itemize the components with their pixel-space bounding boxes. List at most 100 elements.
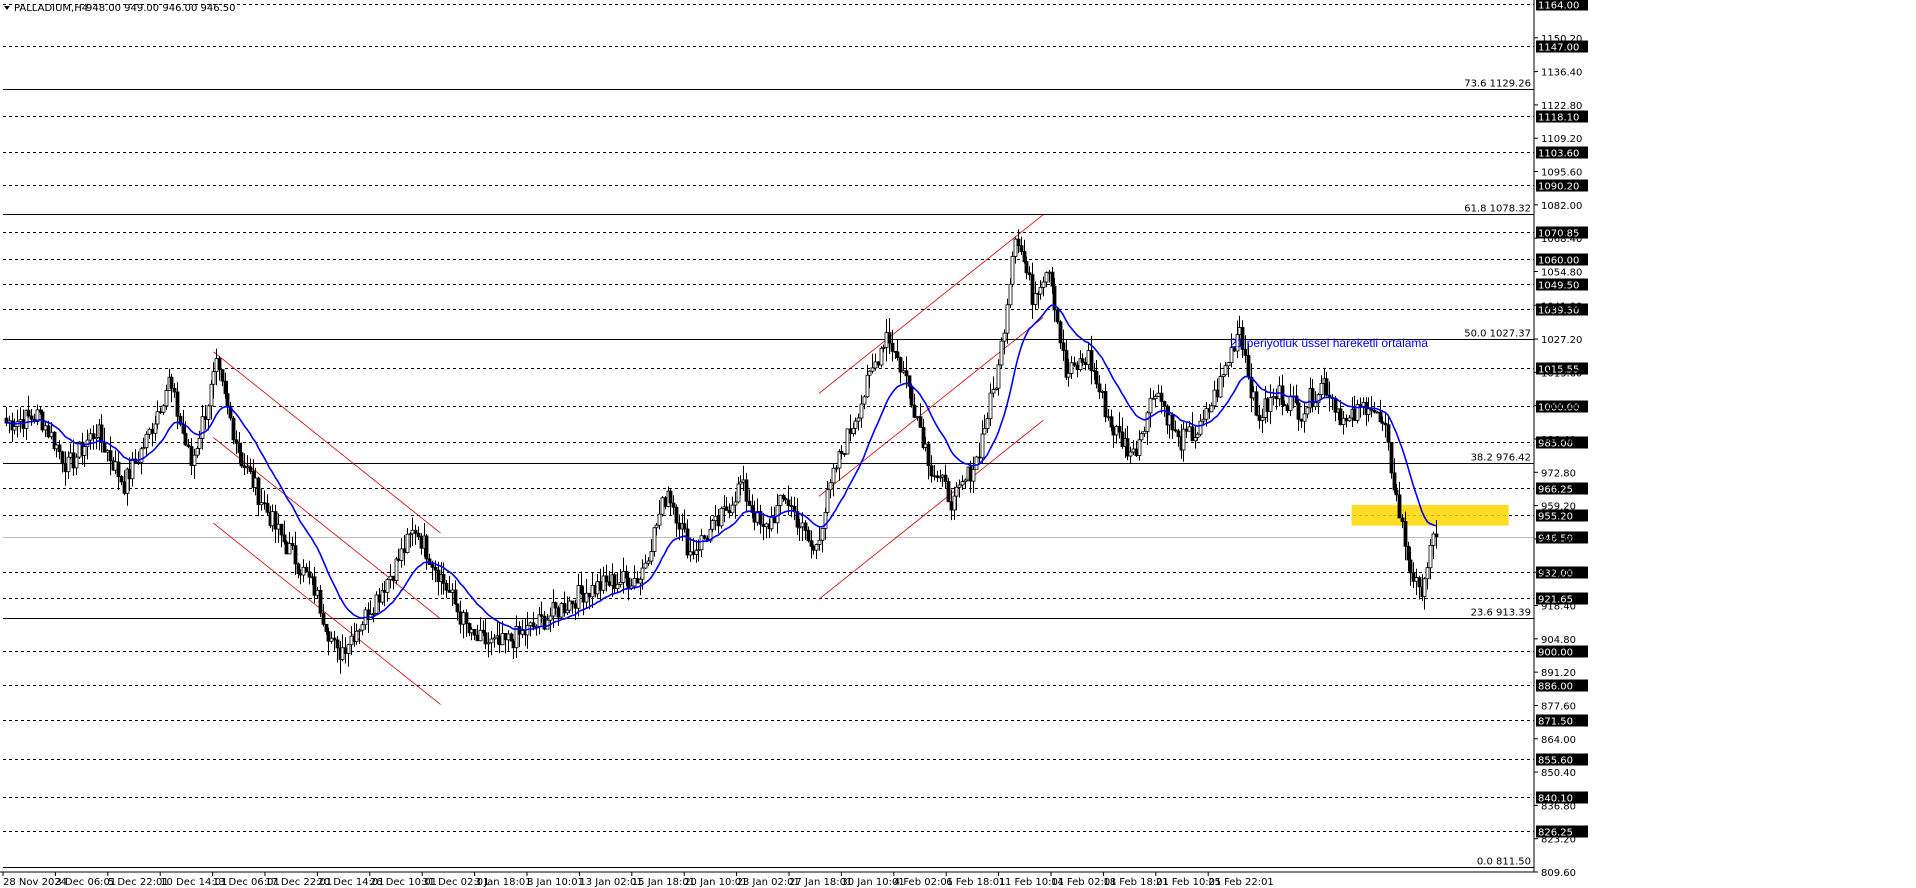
candle-body-260 [733,501,738,506]
candle-body-122 [346,644,351,655]
candle-body-316 [890,342,895,352]
candle-body-66 [189,446,194,466]
candle-body-117 [332,637,337,641]
candle-body-497 [1397,494,1402,519]
candle-body-422 [1187,426,1192,432]
candle-body-86 [245,466,250,469]
candle-body-221 [624,570,629,579]
candle-body-153 [433,566,438,571]
candle-body-60 [172,387,177,393]
candle-body-408 [1148,397,1153,414]
candle-body-461 [1296,402,1301,420]
candle-body-133 [377,594,382,603]
candle-body-447 [1257,414,1262,421]
candle-body-239 [674,506,679,524]
candle-body-431 [1212,389,1217,407]
candle-body-212 [598,581,603,591]
candle-body-349 [982,428,987,435]
candle-body-452 [1271,396,1276,399]
candle-body-97 [276,523,281,530]
candle-body-476 [1338,408,1343,426]
candle-body-474 [1333,397,1338,413]
candle-body-51 [147,428,152,435]
candle-body-67 [192,454,197,466]
candle-body-433 [1218,376,1223,398]
candle-body-432 [1215,389,1220,398]
candle-body-194 [548,615,553,621]
candle-body-341 [960,481,965,486]
candle-body-219 [618,581,623,585]
candle-body-118 [335,639,340,649]
candle-body-425 [1195,433,1200,438]
y-tick-label-14: 959.20 [1541,502,1576,513]
candle-body-174 [492,637,497,640]
candle-body-403 [1134,448,1139,457]
candle-body-510 [1434,533,1439,538]
fib-label-5: 0.0 811.50 [1477,857,1531,868]
candle-body-230 [649,551,654,562]
candle-body-498 [1400,517,1405,522]
level-badge-label-3: 1103.60 [1538,149,1579,160]
candle-body-55 [158,411,163,414]
candle-body-3 [12,426,17,431]
level-badge-label-6: 1060.00 [1538,256,1579,267]
candle-body-477 [1341,417,1346,426]
candle-body-405 [1139,433,1144,441]
candle-body-39 [113,461,118,471]
candle-body-34 [99,424,104,443]
candle-body-253 [713,515,718,521]
candle-body-120 [340,647,345,660]
candle-body-89 [253,477,258,488]
candle-body-116 [329,637,334,642]
candle-body-135 [382,590,387,593]
candle-body-261 [736,483,741,503]
candle-body-136 [385,579,390,593]
candle-body-218 [615,584,620,590]
candle-body-42 [122,481,127,494]
candle-body-380 [1069,362,1074,374]
candle-body-203 [573,603,578,609]
candle-body-372 [1047,271,1052,274]
candle-body-95 [270,511,275,527]
y-tick-label-16: 932.00 [1541,568,1576,579]
candle-body-324 [912,404,917,418]
candle-body-462 [1299,418,1304,422]
candle-body-114 [324,623,329,633]
candle-body-417 [1173,429,1178,432]
candle-body-496 [1394,489,1399,496]
candle-body-306 [862,396,867,405]
candle-body-280 [789,505,794,507]
price-chart[interactable]: 73.6 1129.26 61.8 1078.32 50.0 1027.37 38.2… [0,0,1916,888]
candle-body-265 [747,500,752,507]
candle-body-389 [1094,370,1099,385]
candle-body-304 [856,417,861,422]
candle-body-37 [108,450,113,462]
candle-body-486 [1366,408,1371,415]
candle-body-489 [1375,411,1380,414]
candle-body-278 [783,498,788,501]
candle-body-450 [1265,398,1270,412]
candle-body-340 [957,484,962,488]
candle-body-81 [231,417,236,441]
level-badge-label-7: 1049.50 [1538,281,1579,292]
fib-label-3: 38.2 976.42 [1471,453,1531,464]
candle-body-178 [503,633,508,641]
candle-body-220 [621,570,626,583]
candle-body-271 [764,523,769,528]
candle-body-204 [576,585,581,609]
candle-body-407 [1145,412,1150,432]
candle-body-53 [153,423,158,434]
candle-body-208 [587,592,592,598]
candle-body-267 [752,512,757,523]
candle-body-259 [730,504,735,514]
candle-body-72 [206,405,211,420]
candle-body-294 [828,482,833,491]
candle-body-247 [696,549,701,552]
candle-body-311 [876,361,881,366]
candle-body-436 [1226,362,1231,367]
level-badge-label-12: 966.25 [1538,485,1573,496]
candle-body-61 [175,391,180,417]
candle-body-387 [1089,350,1094,372]
candle-body-90 [256,477,261,506]
candle-body-298 [839,451,844,454]
